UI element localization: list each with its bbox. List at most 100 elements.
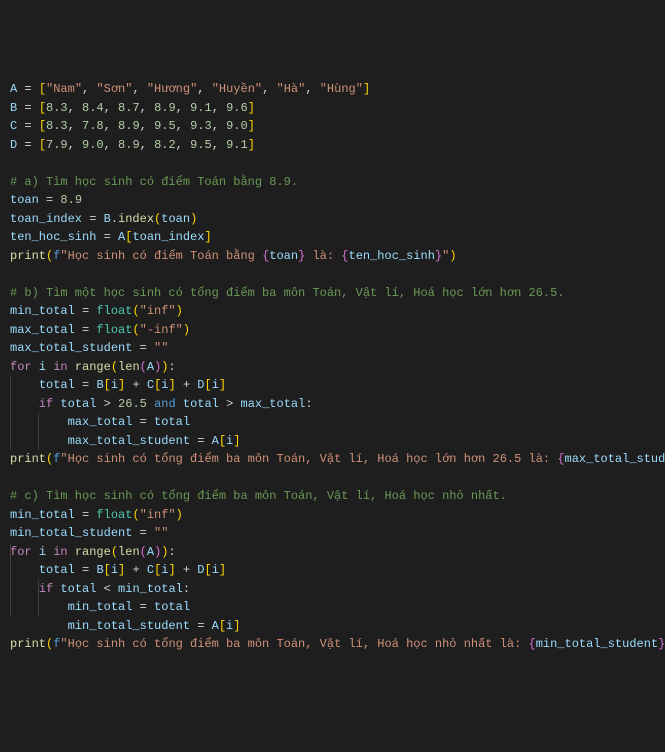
token: ( xyxy=(132,323,139,337)
token: A xyxy=(147,360,154,374)
token: = xyxy=(132,600,154,614)
code-line[interactable]: for i in range(len(A)): xyxy=(10,543,655,562)
token: , xyxy=(104,101,118,115)
token: ] xyxy=(233,619,240,633)
token: 9.6 xyxy=(226,101,248,115)
token: : xyxy=(183,582,190,596)
token: i xyxy=(111,378,118,392)
token: ) xyxy=(183,323,190,337)
token: ) xyxy=(176,508,183,522)
token: [ xyxy=(39,138,46,152)
token: B xyxy=(104,212,111,226)
token: ] xyxy=(168,563,175,577)
token: 9.0 xyxy=(226,119,248,133)
code-line[interactable] xyxy=(10,154,655,173)
code-line[interactable]: # c) Tìm học sinh có tổng điểm ba môn To… xyxy=(10,487,655,506)
code-line[interactable] xyxy=(10,469,655,488)
token: # a) Tìm học sinh có điểm Toán bằng 8.9. xyxy=(10,175,298,189)
token: max_total_student xyxy=(565,452,665,466)
code-line[interactable]: min_total_student = A[i] xyxy=(10,617,655,636)
code-line[interactable]: if total < min_total: xyxy=(10,580,655,599)
code-line[interactable]: max_total_student = "" xyxy=(10,339,655,358)
token: ( xyxy=(132,304,139,318)
code-line[interactable]: # b) Tìm một học sinh có tổng điểm ba mô… xyxy=(10,284,655,303)
code-line[interactable]: min_total = float("inf") xyxy=(10,302,655,321)
token: = xyxy=(17,82,39,96)
token: total xyxy=(39,563,75,577)
token: = xyxy=(75,304,97,318)
code-line[interactable]: ten_hoc_sinh = A[toan_index] xyxy=(10,228,655,247)
token: C xyxy=(147,563,154,577)
code-editor[interactable]: A = ["Nam", "Sơn", "Hương", "Huyền", "Hà… xyxy=(10,80,655,654)
token: f xyxy=(53,637,60,651)
token: 8.9 xyxy=(154,101,176,115)
token: float xyxy=(96,323,132,337)
token: 8.9 xyxy=(118,119,140,133)
token: D xyxy=(197,563,204,577)
token: len xyxy=(118,545,140,559)
token: [ xyxy=(219,619,226,633)
code-line[interactable]: min_total_student = "" xyxy=(10,524,655,543)
code-line[interactable]: B = [8.3, 8.4, 8.7, 8.9, 9.1, 9.6] xyxy=(10,99,655,118)
token: = xyxy=(75,323,97,337)
token: ( xyxy=(111,360,118,374)
token: ) xyxy=(154,545,161,559)
code-line[interactable]: for i in range(len(A)): xyxy=(10,358,655,377)
token: = xyxy=(82,212,104,226)
code-line[interactable]: toan = 8.9 xyxy=(10,191,655,210)
token: 8.4 xyxy=(82,101,104,115)
token: min_total_student xyxy=(68,619,190,633)
token: > xyxy=(219,397,241,411)
token: max_total_student xyxy=(68,434,190,448)
token: , xyxy=(82,82,96,96)
token: "inf" xyxy=(140,508,176,522)
token: ) xyxy=(190,212,197,226)
token: "Hà" xyxy=(277,82,306,96)
token: , xyxy=(176,119,190,133)
code-line[interactable]: print(f"Học sinh có tổng điểm ba môn Toá… xyxy=(10,635,655,654)
token: i xyxy=(212,563,219,577)
token: : xyxy=(305,397,312,411)
token: ] xyxy=(363,82,370,96)
code-line[interactable]: max_total = total xyxy=(10,413,655,432)
token: if xyxy=(39,582,53,596)
token: 9.0 xyxy=(82,138,104,152)
token: 8.2 xyxy=(154,138,176,152)
token: "Hùng" xyxy=(320,82,363,96)
code-line[interactable]: min_total = float("inf") xyxy=(10,506,655,525)
code-line[interactable]: total = B[i] + C[i] + D[i] xyxy=(10,376,655,395)
token: min_total_student xyxy=(10,526,132,540)
token: ] xyxy=(248,138,255,152)
token: i xyxy=(39,360,46,374)
code-line[interactable]: if total > 26.5 and total > max_total: xyxy=(10,395,655,414)
code-line[interactable]: min_total = total xyxy=(10,598,655,617)
token: , xyxy=(132,82,146,96)
token: 8.9 xyxy=(118,138,140,152)
token: float xyxy=(96,508,132,522)
token: toan xyxy=(161,212,190,226)
token: for xyxy=(10,360,32,374)
token: : xyxy=(168,545,175,559)
token: 9.1 xyxy=(226,138,248,152)
token: [ xyxy=(39,101,46,115)
token: ( xyxy=(140,545,147,559)
code-line[interactable]: C = [8.3, 7.8, 8.9, 9.5, 9.3, 9.0] xyxy=(10,117,655,136)
token: , xyxy=(140,119,154,133)
code-line[interactable]: toan_index = B.index(toan) xyxy=(10,210,655,229)
code-line[interactable] xyxy=(10,265,655,284)
code-line[interactable]: total = B[i] + C[i] + D[i] xyxy=(10,561,655,580)
token: , xyxy=(68,138,82,152)
code-line[interactable]: print(f"Học sinh có tổng điểm ba môn Toá… xyxy=(10,450,655,469)
code-line[interactable]: max_total = float("-inf") xyxy=(10,321,655,340)
code-line[interactable]: print(f"Học sinh có điểm Toán bằng {toan… xyxy=(10,247,655,266)
code-line[interactable]: # a) Tìm học sinh có điểm Toán bằng 8.9. xyxy=(10,173,655,192)
token: total xyxy=(60,397,96,411)
token: , xyxy=(197,82,211,96)
token: "-inf" xyxy=(140,323,183,337)
code-line[interactable]: D = [7.9, 9.0, 8.9, 8.2, 9.5, 9.1] xyxy=(10,136,655,155)
code-line[interactable]: max_total_student = A[i] xyxy=(10,432,655,451)
token: i xyxy=(39,545,46,559)
token: min_total_student xyxy=(536,637,658,651)
code-line[interactable]: A = ["Nam", "Sơn", "Hương", "Huyền", "Hà… xyxy=(10,80,655,99)
token: ten_hoc_sinh xyxy=(10,230,96,244)
